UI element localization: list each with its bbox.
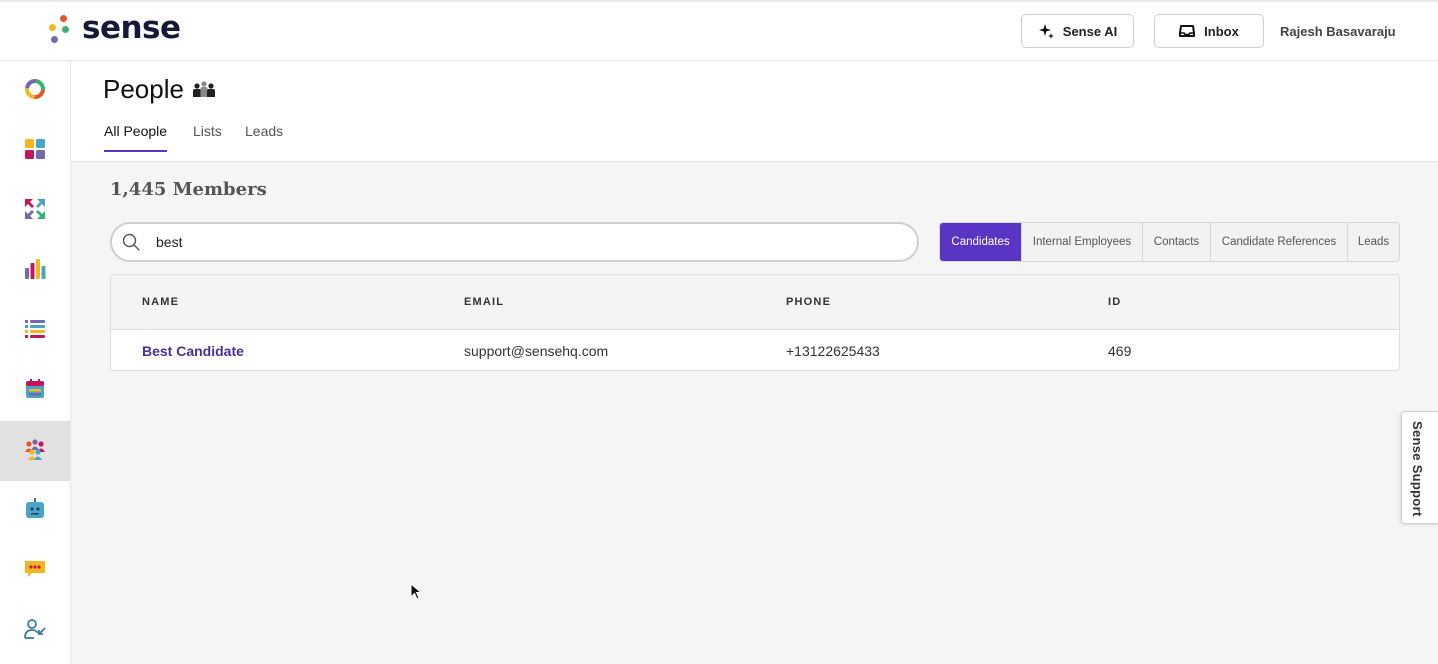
table-row[interactable]: Best Candidate support@sensehq.com +1312… bbox=[111, 330, 1399, 370]
bot-icon bbox=[24, 497, 46, 525]
tab-leads[interactable]: Leads bbox=[245, 123, 283, 150]
tab-all-people[interactable]: All People bbox=[104, 123, 168, 152]
sidebar-item-referrals[interactable] bbox=[0, 601, 70, 661]
page-title-text: People bbox=[103, 74, 184, 104]
person-id: 469 bbox=[1108, 343, 1132, 359]
search-input[interactable] bbox=[156, 224, 896, 260]
inbox-tray-icon bbox=[1179, 24, 1196, 38]
user-referral-icon bbox=[23, 618, 47, 645]
members-count: 1,445 Members bbox=[110, 179, 267, 200]
dashboard-ring-icon bbox=[24, 78, 46, 105]
column-id[interactable]: ID bbox=[1108, 296, 1121, 308]
top-bar: sense Sense AI Inbox Rajesh Basavaraju bbox=[0, 0, 1438, 61]
apps-grid-icon bbox=[24, 138, 46, 165]
logo-dots-icon bbox=[46, 14, 72, 46]
sense-ai-button[interactable]: Sense AI bbox=[1021, 14, 1134, 48]
sidebar-item-apps[interactable] bbox=[0, 121, 70, 181]
logo-text: sense bbox=[82, 10, 181, 46]
analytics-bars-icon bbox=[24, 258, 46, 285]
filter-candidates[interactable]: Candidates bbox=[940, 223, 1022, 261]
sidebar-item-workflows[interactable] bbox=[0, 181, 70, 241]
search-icon bbox=[122, 233, 140, 256]
user-menu[interactable]: Rajesh Basavaraju bbox=[1280, 24, 1396, 39]
people-table: NAME EMAIL PHONE ID Best Candidate suppo… bbox=[110, 274, 1400, 371]
sidebar-item-dashboard[interactable] bbox=[0, 61, 70, 121]
filter-leads[interactable]: Leads bbox=[1348, 223, 1399, 261]
calendar-icon bbox=[24, 378, 46, 405]
sidebar-item-calendar[interactable] bbox=[0, 361, 70, 421]
mouse-cursor-icon bbox=[410, 582, 423, 606]
person-name-link[interactable]: Best Candidate bbox=[142, 343, 244, 359]
table-header: NAME EMAIL PHONE ID bbox=[111, 275, 1399, 330]
workflow-arrows-icon bbox=[23, 197, 47, 226]
sidebar-item-people[interactable] bbox=[0, 421, 70, 481]
column-name[interactable]: NAME bbox=[142, 296, 179, 308]
sense-logo[interactable]: sense bbox=[46, 10, 181, 46]
person-email: support@sensehq.com bbox=[464, 343, 609, 359]
people-icon bbox=[23, 438, 47, 465]
sense-support-tab[interactable]: Sense Support bbox=[1401, 411, 1438, 524]
people-group-icon bbox=[192, 80, 216, 100]
sidebar-item-bot[interactable] bbox=[0, 481, 70, 541]
column-phone[interactable]: PHONE bbox=[786, 296, 831, 308]
filter-internal-employees[interactable]: Internal Employees bbox=[1022, 223, 1143, 261]
search-box bbox=[110, 222, 919, 262]
sidebar bbox=[0, 61, 71, 664]
inbox-label: Inbox bbox=[1204, 23, 1239, 39]
page-header: People All People Lists Leads bbox=[71, 61, 1438, 162]
inbox-button[interactable]: Inbox bbox=[1154, 14, 1264, 48]
person-phone: +13122625433 bbox=[786, 343, 880, 359]
page-title: People bbox=[103, 74, 216, 105]
sense-ai-label: Sense AI bbox=[1062, 23, 1118, 39]
chat-icon bbox=[23, 558, 47, 585]
sidebar-item-lists[interactable] bbox=[0, 301, 70, 361]
filter-contacts[interactable]: Contacts bbox=[1143, 223, 1211, 261]
tab-lists[interactable]: Lists bbox=[193, 123, 222, 150]
sidebar-item-chat[interactable] bbox=[0, 541, 70, 601]
filter-candidate-references[interactable]: Candidate References bbox=[1211, 223, 1348, 261]
sidebar-item-analytics[interactable] bbox=[0, 241, 70, 301]
sparkle-icon bbox=[1038, 23, 1054, 39]
list-stack-icon bbox=[24, 318, 46, 345]
column-email[interactable]: EMAIL bbox=[464, 296, 504, 308]
sense-support-label: Sense Support bbox=[1410, 421, 1425, 517]
people-type-filter: Candidates Internal Employees Contacts C… bbox=[939, 222, 1400, 262]
